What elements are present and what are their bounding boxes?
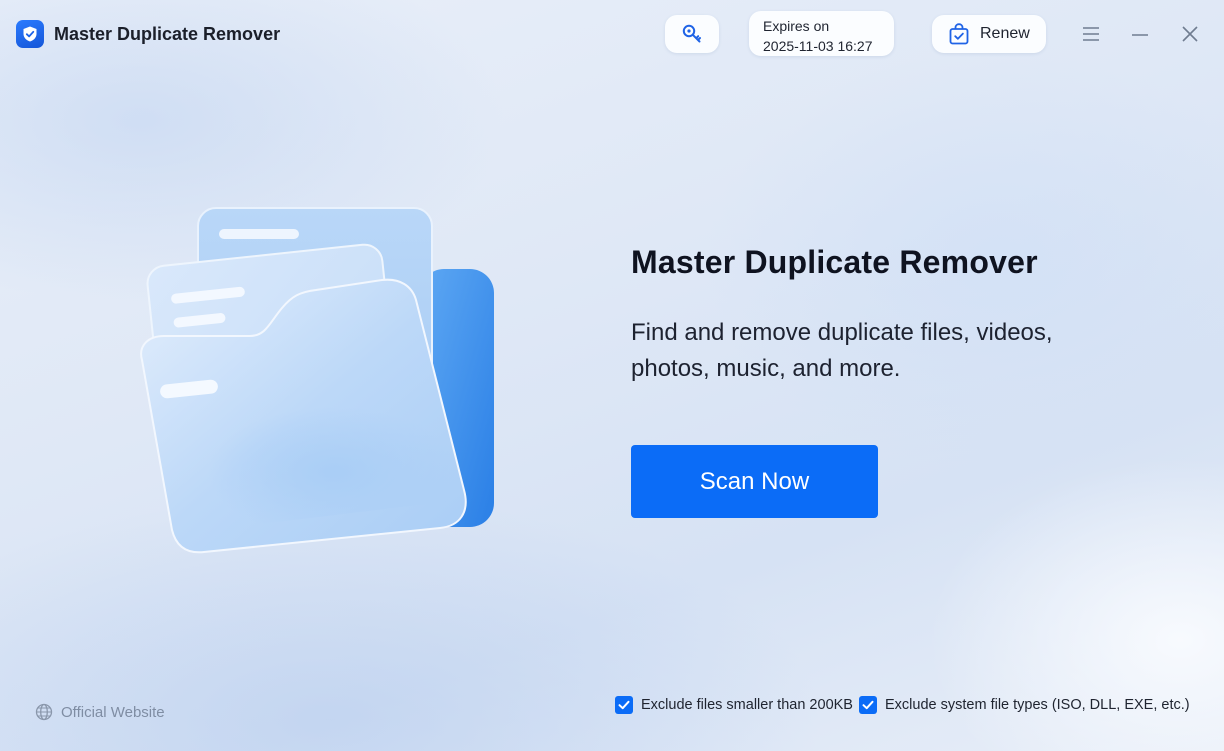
minimize-icon — [1132, 34, 1148, 36]
expiration-badge: Expires on 2025-11-03 16:27 — [749, 11, 894, 56]
license-key-button[interactable] — [665, 15, 719, 53]
main-description: Find and remove duplicate files, videos,… — [631, 315, 1101, 387]
minimize-button[interactable] — [1128, 22, 1152, 46]
description-line-2: photos, music, and more. — [631, 355, 901, 382]
expires-value: 2025-11-03 16:27 — [763, 38, 873, 54]
main-title: Master Duplicate Remover — [631, 244, 1038, 280]
official-website-label: Official Website — [61, 703, 165, 721]
checkmark-icon — [618, 700, 630, 710]
exclude-small-files-label: Exclude files smaller than 200KB — [641, 697, 853, 713]
app-window: Master Duplicate Remover Expires on 2025… — [0, 0, 1224, 751]
exclude-system-files-checkbox[interactable] — [859, 696, 877, 714]
checkmark-icon — [862, 700, 874, 710]
exclude-system-files-option: Exclude system file types (ISO, DLL, EXE… — [859, 696, 1190, 714]
hamburger-menu-icon — [1083, 27, 1099, 41]
close-icon — [1182, 26, 1198, 42]
menu-button[interactable] — [1079, 22, 1103, 46]
scan-now-button[interactable]: Scan Now — [631, 445, 878, 518]
exclude-small-files-checkbox[interactable] — [615, 696, 633, 714]
shopping-bag-check-icon — [947, 22, 971, 46]
key-icon — [682, 24, 701, 43]
exclude-system-files-label: Exclude system file types (ISO, DLL, EXE… — [885, 697, 1190, 713]
expires-label: Expires on — [763, 18, 830, 34]
app-title: Master Duplicate Remover — [54, 24, 281, 44]
renew-button[interactable]: Renew — [932, 15, 1046, 53]
globe-icon — [35, 703, 53, 721]
app-logo-icon — [16, 20, 44, 48]
exclude-small-files-option: Exclude files smaller than 200KB — [615, 696, 853, 714]
description-line-1: Find and remove duplicate files, videos, — [631, 319, 1053, 346]
official-website-link[interactable]: Official Website — [35, 703, 165, 721]
close-button[interactable] — [1178, 22, 1202, 46]
folder-documents-icon — [120, 200, 510, 570]
renew-label: Renew — [980, 25, 1030, 42]
